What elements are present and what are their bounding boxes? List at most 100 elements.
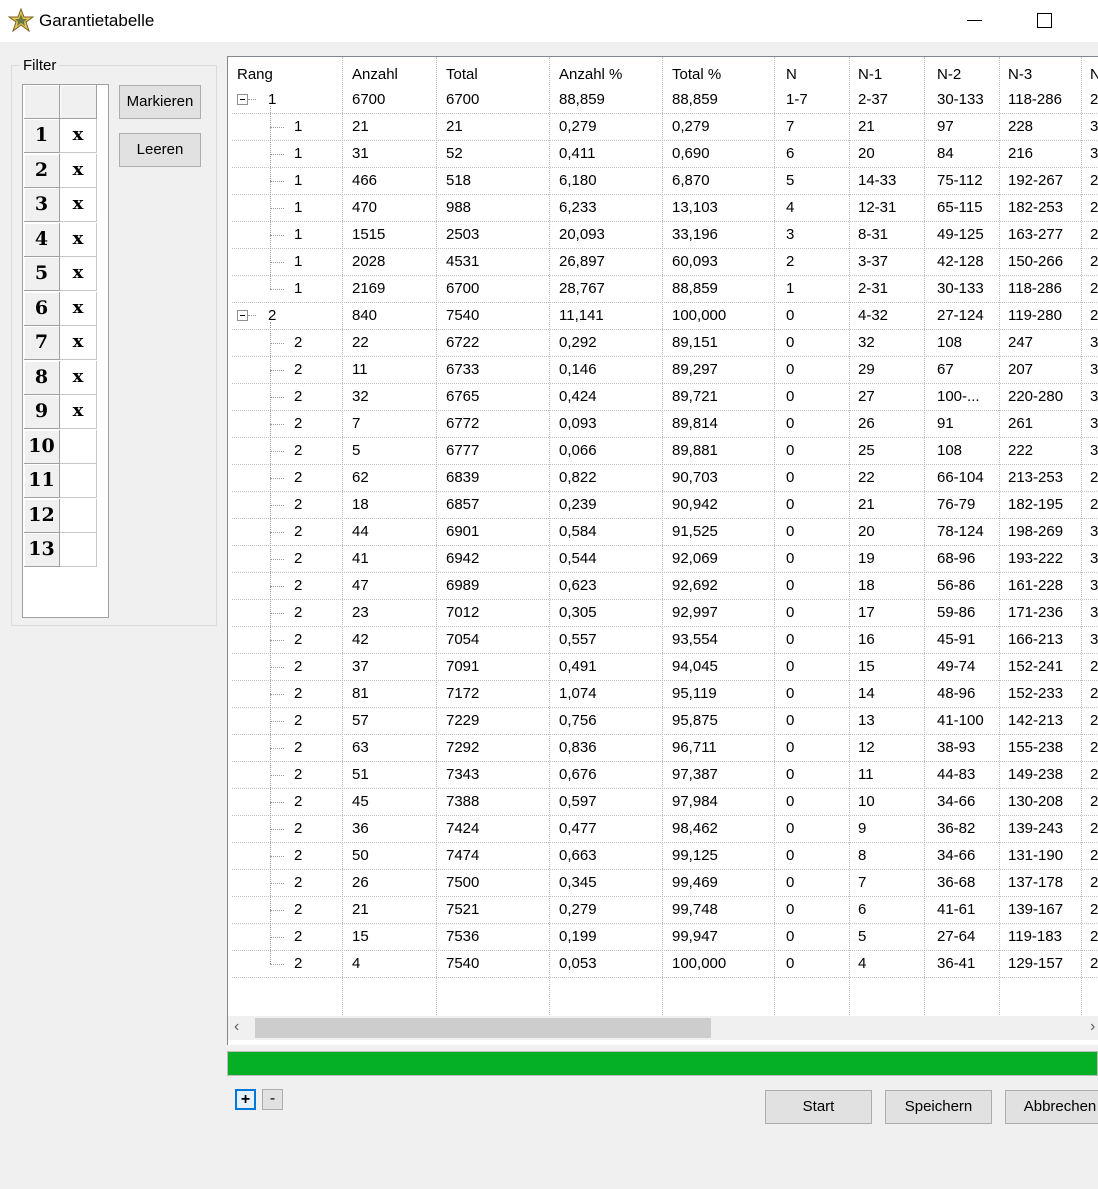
filter-row-mark[interactable]: x [60,291,97,326]
filter-row-number[interactable]: 5 [24,257,60,291]
table-cell-total-pct: 93,554 [672,631,718,648]
table-cell-n3: 166-213 [1008,631,1064,648]
filter-row-number[interactable]: 8 [24,360,60,395]
table-cell-total: 7172 [446,685,480,702]
filter-row[interactable]: 11 [24,464,97,498]
maximize-button[interactable] [1030,8,1060,34]
filter-row-number[interactable]: 7 [24,326,60,360]
column-header[interactable]: Total [446,66,478,83]
filter-row-mark[interactable] [60,429,97,464]
mark-button[interactable]: Markieren [119,85,201,119]
table-cell-n: 0 [786,577,795,594]
table-cell-n2: 68-96 [937,550,976,567]
filter-row-number[interactable]: 10 [24,429,60,464]
save-button[interactable]: Speichern [885,1090,992,1124]
start-button[interactable]: Start [765,1090,872,1124]
filter-row-mark[interactable] [60,464,97,498]
filter-row[interactable]: 4x [24,222,97,257]
table-cell-n4: 3 [1090,361,1098,378]
table-cell-anzahl: 44 [352,523,369,540]
filter-header-num [24,85,60,119]
column-header[interactable]: N-3 [1008,66,1032,83]
table-cell-anzahl-pct: 0,424 [559,388,597,405]
table-cell-anzahl: 50 [352,847,369,864]
filter-row-mark[interactable]: x [60,326,97,360]
column-header[interactable]: Total % [672,66,721,83]
table-cell-anzahl: 466 [352,172,378,189]
collapse-all-button[interactable]: - [262,1089,283,1110]
table-cell-anzahl-pct: 0,146 [559,361,597,378]
filter-row[interactable]: 2x [24,153,97,188]
filter-row-number[interactable]: 12 [24,498,60,533]
filter-row[interactable]: 1x [24,119,97,153]
filter-row-number[interactable]: 9 [24,395,60,429]
filter-row-mark[interactable]: x [60,360,97,395]
filter-row-number[interactable]: 3 [24,188,60,222]
minimize-button[interactable] [960,8,990,34]
filter-row-mark[interactable]: x [60,188,97,222]
cancel-button[interactable]: Abbrechen [1005,1090,1098,1124]
filter-row[interactable]: 3x [24,188,97,222]
column-header[interactable]: Rang [237,66,273,83]
table-cell-total: 6839 [446,469,480,486]
tree-connector [270,775,284,776]
filter-row[interactable]: 5x [24,257,97,291]
filter-row-number[interactable]: 2 [24,153,60,188]
filter-row[interactable]: 6x [24,291,97,326]
column-header[interactable]: N [786,66,797,83]
table-cell-n4: 2 [1090,91,1098,108]
filter-row-mark[interactable]: x [60,153,97,188]
clear-button[interactable]: Leeren [119,133,201,167]
horizontal-scrollbar[interactable]: ‹ › [228,1016,1098,1040]
filter-row[interactable]: 12 [24,498,97,533]
column-header[interactable]: N-1 [858,66,882,83]
filter-row-number[interactable]: 13 [24,533,60,567]
filter-row-number[interactable]: 11 [24,464,60,498]
scroll-left-icon[interactable]: ‹ [234,1018,239,1036]
collapse-node-icon[interactable] [237,94,248,105]
filter-row-number[interactable]: 1 [24,119,60,153]
filter-row-mark[interactable]: x [60,119,97,153]
expand-all-button[interactable]: + [235,1089,256,1110]
column-header[interactable]: N [1090,66,1098,83]
filter-row[interactable]: 8x [24,360,97,395]
table-cell-anzahl-pct: 0,822 [559,469,597,486]
table-cell-n: 0 [786,442,795,459]
filter-row-number[interactable]: 6 [24,291,60,326]
filter-grid[interactable]: 1 x 2 x 3 x 4 x 5 x 6 x 7 x 8 x 9 x 10 11 12 13 [22,84,109,618]
table-cell-total: 7054 [446,631,480,648]
filter-row[interactable]: 9x [24,395,97,429]
table-cell-anzahl: 18 [352,496,369,513]
collapse-node-icon[interactable] [237,310,248,321]
filter-row-mark[interactable] [60,533,97,567]
filter-row-mark[interactable] [60,498,97,533]
table-cell-total-pct: 98,462 [672,820,718,837]
tree-connector [270,694,284,695]
table-cell-n4: 2 [1090,685,1098,702]
filter-row[interactable]: 7x [24,326,97,360]
table-cell-anzahl-pct: 1,074 [559,685,597,702]
column-header[interactable]: Anzahl [352,66,398,83]
table-cell-n1: 20 [858,523,875,540]
table-cell-rang: 2 [294,955,303,972]
table-cell-n1: 25 [858,442,875,459]
scroll-thumb[interactable] [255,1018,711,1038]
filter-row-mark[interactable]: x [60,257,97,291]
table-cell-n3: 139-243 [1008,820,1064,837]
filter-row-number[interactable]: 4 [24,222,60,257]
table-cell-anzahl: 63 [352,739,369,756]
filter-row-mark[interactable]: x [60,395,97,429]
scroll-right-icon[interactable]: › [1090,1018,1095,1036]
column-header[interactable]: N-2 [937,66,961,83]
table-cell-n1: 11 [858,766,874,783]
table-cell-total-pct: 95,875 [672,712,718,729]
filter-row-mark[interactable]: x [60,222,97,257]
table-cell-n: 0 [786,874,795,891]
table-cell-n: 0 [786,388,795,405]
filter-row[interactable]: 10 [24,429,97,464]
filter-row[interactable]: 13 [24,533,97,567]
column-header[interactable]: Anzahl % [559,66,622,83]
table-cell-anzahl-pct: 0,239 [559,496,597,513]
table-cell-rang: 2 [294,469,303,486]
result-table[interactable]: Rang Anzahl Total Anzahl % Total % N N-1 N-2 N-3… [227,56,1098,1045]
